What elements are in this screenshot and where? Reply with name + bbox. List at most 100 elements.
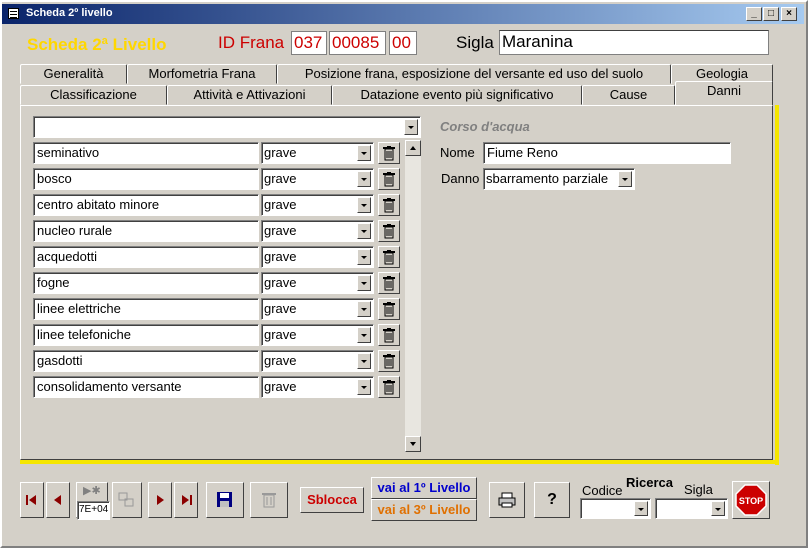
- stop-sign-icon: STOP: [735, 484, 767, 516]
- danno-level-combo[interactable]: grave: [261, 376, 374, 398]
- printer-icon: [498, 492, 516, 508]
- codice-combo[interactable]: [580, 498, 651, 519]
- danno-item-field[interactable]: nucleo rurale: [33, 220, 259, 242]
- danno-item-field[interactable]: linee elettriche: [33, 298, 259, 320]
- danni-new-combo[interactable]: [33, 116, 421, 138]
- vai-livello3-button[interactable]: vai al 3º Livello: [371, 499, 477, 521]
- chevron-down-icon[interactable]: [357, 171, 371, 187]
- danno-level-value: grave: [264, 301, 297, 316]
- delete-row-button[interactable]: [378, 194, 400, 216]
- last-record-icon: [182, 495, 192, 505]
- danno-level-value: grave: [264, 145, 297, 160]
- copy-record-button[interactable]: [112, 482, 142, 518]
- nome-field[interactable]: Fiume Reno: [483, 142, 731, 164]
- danno-level-value: grave: [264, 275, 297, 290]
- chevron-down-icon[interactable]: [357, 275, 371, 291]
- danno-level-combo[interactable]: grave: [261, 142, 374, 164]
- danno-level-combo[interactable]: grave: [261, 168, 374, 190]
- delete-row-button[interactable]: [378, 142, 400, 164]
- chevron-down-icon[interactable]: [357, 301, 371, 317]
- danno-item-field[interactable]: gasdotti: [33, 350, 259, 372]
- first-record-button[interactable]: [20, 482, 44, 518]
- danno-combo[interactable]: sbarramento parziale: [483, 168, 635, 190]
- chevron-down-icon[interactable]: [357, 379, 371, 395]
- stop-button[interactable]: STOP: [732, 481, 770, 519]
- help-button[interactable]: ?: [534, 482, 570, 518]
- danno-item-field[interactable]: linee telefoniche: [33, 324, 259, 346]
- delete-row-button[interactable]: [378, 376, 400, 398]
- chevron-down-icon[interactable]: [404, 119, 418, 135]
- chevron-down-icon[interactable]: [357, 353, 371, 369]
- chevron-down-icon[interactable]: [634, 501, 648, 516]
- tab-posizione-frana[interactable]: Posizione frana, esposizione del versant…: [277, 64, 671, 84]
- danno-item-field[interactable]: fogne: [33, 272, 259, 294]
- delete-row-button[interactable]: [378, 298, 400, 320]
- chevron-down-icon[interactable]: [711, 501, 725, 516]
- danno-level-value: grave: [264, 197, 297, 212]
- record-number-field[interactable]: 7E+04: [77, 501, 110, 520]
- danno-level-combo[interactable]: grave: [261, 324, 374, 346]
- delete-row-button[interactable]: [378, 246, 400, 268]
- id-part-1[interactable]: 037: [291, 31, 327, 55]
- tab-morfometria[interactable]: Morfometria Frana: [127, 64, 277, 84]
- scroll-down-button[interactable]: [405, 436, 421, 452]
- prev-record-button[interactable]: [46, 482, 70, 518]
- trash-icon: [383, 224, 395, 239]
- first-record-icon: [26, 495, 36, 505]
- danno-level-value: grave: [264, 249, 297, 264]
- copy-record-icon: [118, 492, 134, 507]
- maximize-button[interactable]: □: [763, 7, 779, 21]
- scroll-up-button[interactable]: [405, 140, 421, 156]
- danno-level-combo[interactable]: grave: [261, 350, 374, 372]
- next-record-button[interactable]: [148, 482, 172, 518]
- sigla-search-combo[interactable]: [655, 498, 728, 519]
- tab-classificazione[interactable]: Classificazione: [20, 85, 167, 105]
- new-record-icon[interactable]: ▶✱: [83, 484, 101, 497]
- id-part-3[interactable]: 00: [389, 31, 417, 55]
- delete-record-button[interactable]: [250, 482, 288, 518]
- chevron-down-icon[interactable]: [357, 249, 371, 265]
- close-button[interactable]: ×: [781, 7, 797, 21]
- delete-row-button[interactable]: [378, 350, 400, 372]
- trash-icon: [383, 250, 395, 265]
- delete-row-button[interactable]: [378, 324, 400, 346]
- tab-datazione[interactable]: Datazione evento più significativo: [332, 85, 582, 105]
- minimize-button[interactable]: _: [746, 7, 762, 21]
- stop-text: STOP: [739, 496, 763, 506]
- nome-label: Nome: [440, 145, 475, 160]
- vai-livello1-button[interactable]: vai al 1º Livello: [371, 477, 477, 499]
- chevron-down-icon[interactable]: [357, 223, 371, 239]
- chevron-down-icon[interactable]: [357, 145, 371, 161]
- last-record-button[interactable]: [174, 482, 198, 518]
- danno-level-combo[interactable]: grave: [261, 298, 374, 320]
- sigla-label: Sigla: [456, 33, 494, 52]
- danno-label: Danno: [441, 171, 480, 186]
- chevron-down-icon[interactable]: [618, 171, 632, 187]
- tab-generalita[interactable]: Generalità: [20, 64, 127, 84]
- tab-attivita[interactable]: Attività e Attivazioni: [167, 85, 332, 105]
- danno-level-combo[interactable]: grave: [261, 220, 374, 242]
- sblocca-button[interactable]: Sblocca: [300, 487, 364, 513]
- trash-icon: [383, 276, 395, 291]
- save-button[interactable]: [206, 482, 244, 518]
- danni-scrollbar[interactable]: [405, 140, 421, 452]
- delete-row-button[interactable]: [378, 168, 400, 190]
- danno-level-combo[interactable]: grave: [261, 194, 374, 216]
- danno-item-field[interactable]: seminativo: [33, 142, 259, 164]
- danno-item-field[interactable]: consolidamento versante: [33, 376, 259, 398]
- danno-level-combo[interactable]: grave: [261, 272, 374, 294]
- delete-row-button[interactable]: [378, 220, 400, 242]
- danno-item-field[interactable]: centro abitato minore: [33, 194, 259, 216]
- chevron-down-icon[interactable]: [357, 327, 371, 343]
- tab-danni[interactable]: Danni: [675, 81, 773, 105]
- next-record-icon: [157, 495, 164, 505]
- danno-item-field[interactable]: acquedotti: [33, 246, 259, 268]
- delete-row-button[interactable]: [378, 272, 400, 294]
- print-button[interactable]: [489, 482, 525, 518]
- sigla-field[interactable]: Maranina: [499, 30, 769, 55]
- danno-level-combo[interactable]: grave: [261, 246, 374, 268]
- danno-item-field[interactable]: bosco: [33, 168, 259, 190]
- chevron-down-icon[interactable]: [357, 197, 371, 213]
- id-part-2[interactable]: 00085: [329, 31, 386, 55]
- tab-cause[interactable]: Cause: [582, 85, 675, 105]
